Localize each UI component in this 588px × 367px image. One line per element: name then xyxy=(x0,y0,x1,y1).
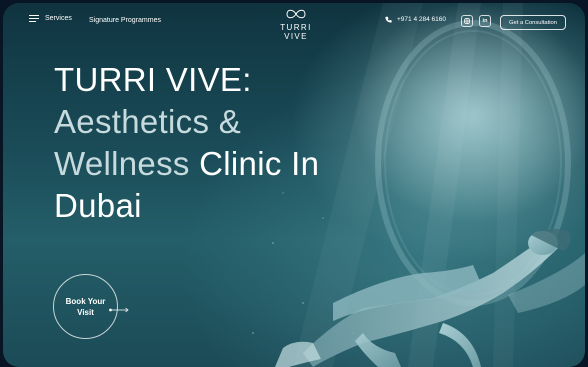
hero-line-1: TURRI VIVE: xyxy=(54,61,252,98)
hero-heading: TURRI VIVE: Aesthetics & Wellness Clinic… xyxy=(54,59,319,227)
site-logo[interactable]: TURRI VIVE xyxy=(268,7,324,41)
hero-line-3-bold: Clinic In xyxy=(199,145,320,182)
logo-text: TURRI VIVE xyxy=(280,23,312,41)
instagram-button[interactable] xyxy=(461,15,473,27)
services-menu-label: Services xyxy=(45,15,72,22)
hero-line-2: Aesthetics & xyxy=(54,103,242,140)
hero-line-3-light: Wellness xyxy=(54,145,190,182)
infinity-logo-icon xyxy=(286,9,306,19)
book-button-line-1: Book Your xyxy=(65,296,106,306)
services-menu[interactable]: Services xyxy=(29,15,72,22)
phone-number: +971 4 284 6160 xyxy=(397,16,446,23)
book-button-line-2: Visit xyxy=(77,307,94,317)
phone-icon xyxy=(385,16,392,23)
get-consultation-button[interactable]: Get a Consultation xyxy=(500,15,566,30)
instagram-icon xyxy=(464,18,470,24)
phone-link[interactable]: +971 4 284 6160 xyxy=(385,16,446,23)
linkedin-button[interactable]: in xyxy=(479,15,491,27)
hero-line-4: Dubai xyxy=(54,187,142,224)
arrow-right-icon xyxy=(109,307,129,313)
menu-icon[interactable] xyxy=(29,15,39,22)
signature-programmes-link[interactable]: Signature Programmes xyxy=(89,17,161,24)
site-header: Services Signature Programmes TURRI VIVE… xyxy=(3,3,585,41)
linkedin-icon: in xyxy=(482,18,488,24)
hero-frame: Services Signature Programmes TURRI VIVE… xyxy=(3,3,585,367)
